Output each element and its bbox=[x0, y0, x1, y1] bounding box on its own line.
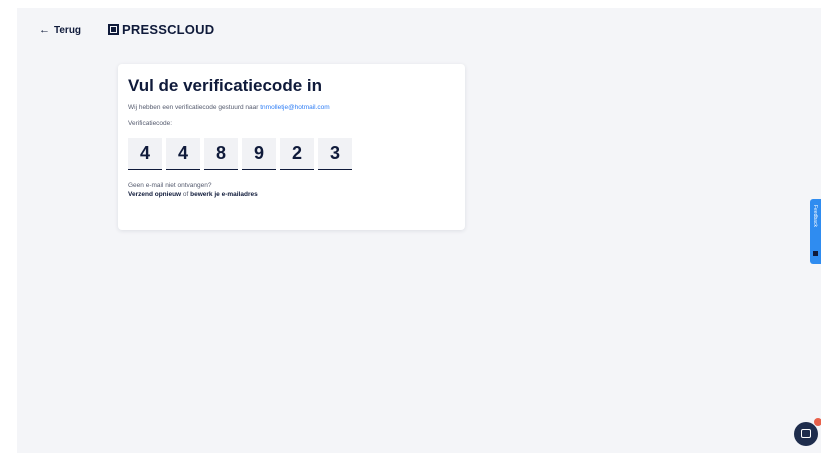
app-viewport: ← Terug PRESSCLOUD Vul de verificatiecod… bbox=[17, 8, 821, 453]
presscloud-logo-icon bbox=[108, 24, 119, 35]
chat-notification-badge bbox=[814, 418, 821, 426]
or-text: of bbox=[181, 191, 191, 198]
verification-card: Vul de verificatiecode in Wij hebben een… bbox=[118, 64, 465, 230]
logo-text: PRESSCLOUD bbox=[122, 22, 215, 37]
chat-button[interactable] bbox=[794, 422, 818, 446]
verification-message-text: Wij hebben een verificatiecode gestuurd … bbox=[128, 104, 261, 111]
chat-bubble-icon bbox=[801, 429, 811, 438]
edit-email-link[interactable]: bewerk je e-mailadres bbox=[190, 191, 258, 198]
code-digit-2[interactable]: 4 bbox=[166, 138, 200, 170]
no-mail-text: Geen e-mail niet ontvangen? bbox=[128, 182, 212, 189]
email-address: tnmolletje@hotmail.com bbox=[260, 104, 330, 111]
back-link[interactable]: ← Terug bbox=[39, 24, 82, 37]
code-digit-3[interactable]: 8 bbox=[204, 138, 238, 170]
feedback-tab[interactable]: Feedback bbox=[810, 199, 821, 264]
arrow-left-icon: ← bbox=[39, 24, 50, 36]
back-label: Terug bbox=[54, 25, 82, 36]
top-bar: ← Terug PRESSCLOUD bbox=[17, 8, 821, 56]
code-label: Verificatiecode: bbox=[128, 120, 173, 127]
page-title: Vul de verificatiecode in bbox=[128, 76, 322, 95]
code-digit-6[interactable]: 3 bbox=[318, 138, 352, 170]
feedback-icon bbox=[813, 251, 818, 256]
code-input-group: 4 4 8 9 2 3 bbox=[128, 138, 352, 170]
feedback-label: Feedback bbox=[812, 205, 818, 227]
verification-message: Wij hebben een verificatiecode gestuurd … bbox=[128, 104, 330, 111]
code-digit-4[interactable]: 9 bbox=[242, 138, 276, 170]
resend-link[interactable]: Verzend opnieuw bbox=[128, 191, 181, 198]
presscloud-logo[interactable]: PRESSCLOUD bbox=[108, 22, 214, 37]
resend-line: Verzend opnieuw of bewerk je e-mailadres bbox=[128, 191, 258, 198]
code-digit-1[interactable]: 4 bbox=[128, 138, 162, 170]
code-digit-5[interactable]: 2 bbox=[280, 138, 314, 170]
